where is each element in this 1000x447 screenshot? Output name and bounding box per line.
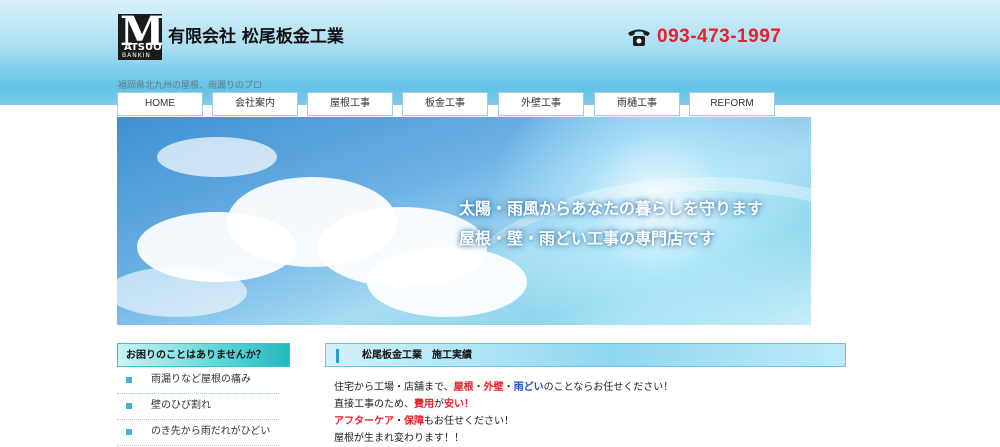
sidebar-heading: お困りのことはありませんか？ xyxy=(117,343,290,367)
highlight-cheap: 安い！ xyxy=(444,399,474,410)
company-name: 有限会社 松尾板金工業 xyxy=(168,27,344,47)
hero-banner: 太陽・雨風からあなたの暮らしを守ります 屋根・壁・雨どい工事の専門店です xyxy=(117,117,811,325)
content-paragraph: 住宅から工場・店舗まで、屋根・外壁・雨どいのことならお任せください！ xyxy=(334,379,673,396)
heading-accent-bar xyxy=(336,349,339,363)
text: ・ xyxy=(503,382,514,393)
content-paragraph: アフターケア・保障もお任せください！ xyxy=(334,413,673,430)
nav-gutter-work[interactable]: 雨樋工事 xyxy=(594,92,680,116)
highlight-cost: 費用 xyxy=(414,399,434,410)
text: 直接工事のため、 xyxy=(334,399,414,410)
content-heading: 松尾板金工業 施工実績 xyxy=(362,350,472,361)
site-tagline: 福岡県北九州の屋根、雨漏りのプロ xyxy=(118,81,263,91)
nav-roof-work[interactable]: 屋根工事 xyxy=(307,92,393,116)
hero-headline-1: 太陽・雨風からあなたの暮らしを守ります xyxy=(459,199,764,218)
sidebar-item-wall-cracks[interactable]: 壁のひび割れ xyxy=(117,394,279,420)
highlight-warranty: 保障 xyxy=(404,416,424,427)
sidebar-item-eaves-drip[interactable]: のき先から雨だれがひどい xyxy=(117,420,279,446)
sidebar-item-label: 壁のひび割れ xyxy=(151,400,211,411)
text: ・ xyxy=(473,382,484,393)
content-body: 住宅から工場・店舗まで、屋根・外壁・雨どいのことならお任せください！ 直接工事の… xyxy=(334,379,673,447)
highlight-gutter: 雨どい xyxy=(513,382,544,393)
nav-home[interactable]: HOME xyxy=(117,92,203,116)
telephone-icon xyxy=(628,29,650,46)
nav-reform[interactable]: REFORM xyxy=(689,92,775,116)
hero-headline-2: 屋根・壁・雨どい工事の専門店です xyxy=(459,229,716,248)
text: もお任せください！ xyxy=(424,416,514,427)
sidebar-item-label: 雨漏りなど屋根の痛み xyxy=(151,374,251,385)
phone-number: 093-473-1997 xyxy=(657,26,782,47)
text: のことならお任せください！ xyxy=(543,382,674,393)
square-bullet-icon xyxy=(126,403,132,409)
cloud-shape xyxy=(117,267,247,317)
content-paragraph: 屋根が生まれ変わります！！ xyxy=(334,433,464,444)
logo-text-bankin: BANKIN xyxy=(122,52,151,59)
square-bullet-icon xyxy=(126,429,132,435)
sidebar-item-label: のき先から雨だれがひどい xyxy=(151,426,271,437)
highlight-roof: 屋根 xyxy=(453,382,474,393)
highlight-aftercare: アフターケア xyxy=(334,416,394,427)
content-paragraph: 直接工事のため、費用が安い！ xyxy=(334,396,673,413)
sidebar-item-roof-damage[interactable]: 雨漏りなど屋根の痛み xyxy=(117,368,279,394)
highlight-wall: 外壁 xyxy=(483,382,504,393)
nav-exterior-wall-work[interactable]: 外壁工事 xyxy=(498,92,584,116)
company-logo[interactable]: M ATSUO BANKIN xyxy=(118,14,162,60)
text: ・ xyxy=(394,416,404,427)
cloud-shape xyxy=(367,247,527,317)
square-bullet-icon xyxy=(126,377,132,383)
text: が xyxy=(434,399,444,410)
cloud-shape xyxy=(157,137,277,177)
nav-company[interactable]: 会社案内 xyxy=(212,92,298,116)
phone-contact[interactable]: 093-473-1997 xyxy=(626,24,781,50)
content-heading-bar: 松尾板金工業 施工実績 xyxy=(325,343,846,367)
text: 住宅から工場・店舗まで、 xyxy=(334,382,454,393)
nav-sheet-metal-work[interactable]: 板金工事 xyxy=(402,92,488,116)
